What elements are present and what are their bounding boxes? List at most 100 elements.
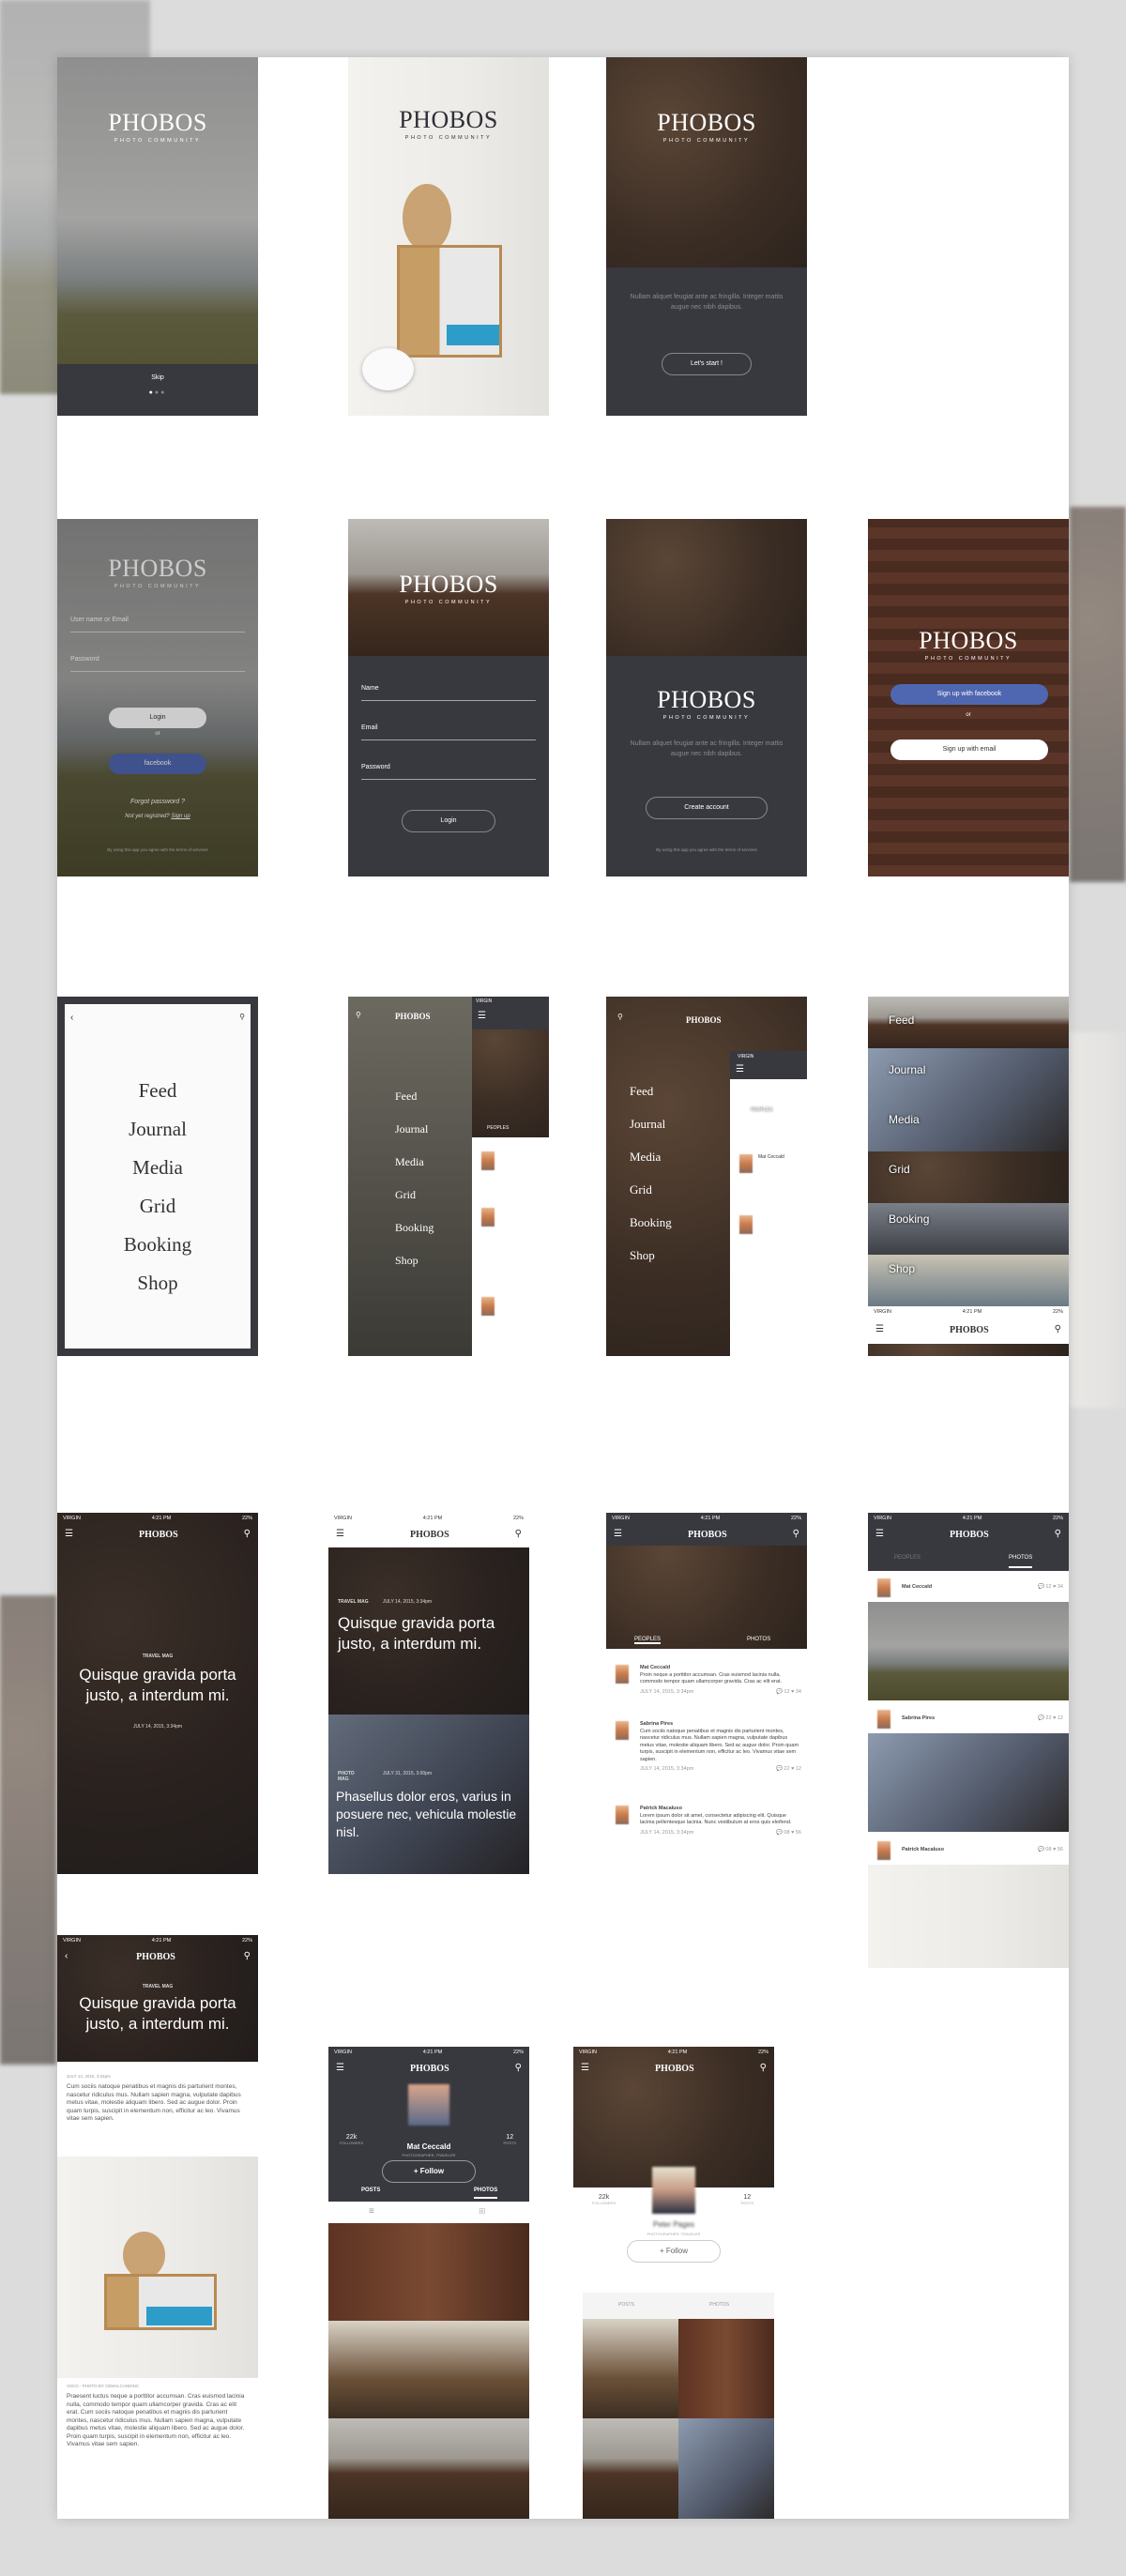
- heart-icon[interactable]: ♥: [1053, 1847, 1056, 1852]
- menu-item-booking[interactable]: Booking: [395, 1217, 434, 1238]
- hamburger-icon[interactable]: ☰: [875, 1530, 884, 1539]
- photo-tile[interactable]: [328, 2418, 529, 2519]
- photo-post-header[interactable]: Sabrina Pires 💬 22 ♥ 12: [877, 1710, 1063, 1729]
- login-button[interactable]: Login: [402, 810, 495, 832]
- heart-icon[interactable]: ♥: [791, 1766, 794, 1772]
- menu-item-shop[interactable]: Shop: [395, 1250, 434, 1271]
- search-icon[interactable]: ⚲: [239, 1014, 245, 1021]
- menu-item-grid[interactable]: Grid: [65, 1193, 251, 1219]
- hamburger-icon[interactable]: ☰: [736, 1065, 744, 1075]
- tab-peoples[interactable]: PEOPLES: [751, 1107, 772, 1113]
- menu-item-shop[interactable]: Shop: [889, 1262, 929, 1276]
- tab-peoples[interactable]: PEOPLES: [487, 1125, 509, 1131]
- menu-item-feed[interactable]: Feed: [395, 1086, 434, 1106]
- signup-facebook-button[interactable]: Sign up with facebook: [890, 684, 1048, 705]
- lets-start-button[interactable]: Let's start !: [662, 353, 752, 375]
- menu-item-feed[interactable]: Feed: [65, 1077, 251, 1104]
- feed-photo[interactable]: [868, 1865, 1069, 1968]
- search-icon[interactable]: ⚲: [793, 1530, 799, 1539]
- menu-item-shop[interactable]: Shop: [65, 1270, 251, 1296]
- photo-post-header[interactable]: Mat Ceccald 💬 12 ♥ 34: [877, 1578, 1063, 1597]
- photo-tile[interactable]: [328, 2321, 529, 2418]
- menu-item-journal[interactable]: Journal: [630, 1114, 672, 1135]
- tab-photos[interactable]: PHOTOS: [709, 2302, 729, 2308]
- email-field[interactable]: Email: [361, 724, 536, 740]
- hamburger-icon[interactable]: ☰: [614, 1530, 622, 1539]
- hamburger-icon[interactable]: ☰: [581, 2064, 589, 2073]
- post-title[interactable]: Quisque gravida porta justo, a interdum …: [67, 1665, 249, 1706]
- back-icon[interactable]: ‹: [65, 1952, 68, 1961]
- feed-photo[interactable]: [868, 1602, 1069, 1700]
- heart-icon[interactable]: ♥: [791, 1830, 794, 1836]
- menu-item-grid[interactable]: Grid: [630, 1180, 672, 1200]
- search-icon[interactable]: ⚲: [617, 1014, 623, 1021]
- list-item[interactable]: Patrick Macaluso Lorem ipsum dolor sit a…: [616, 1806, 801, 1837]
- menu-item-booking[interactable]: Booking: [630, 1212, 672, 1233]
- tab-posts[interactable]: POSTS: [361, 2187, 380, 2193]
- follow-button[interactable]: + Follow: [382, 2160, 476, 2183]
- menu-item-media[interactable]: Media: [65, 1154, 251, 1181]
- search-icon[interactable]: ⚲: [1055, 1325, 1061, 1334]
- forgot-password-link[interactable]: Forgot password ?: [57, 799, 258, 805]
- search-icon[interactable]: ⚲: [244, 1952, 251, 1961]
- page-indicator[interactable]: ●●●: [57, 389, 258, 396]
- menu-item-feed[interactable]: Feed: [630, 1081, 672, 1102]
- menu-item-media[interactable]: Media: [395, 1151, 434, 1172]
- photo-tile[interactable]: [583, 2418, 678, 2519]
- photo-tile[interactable]: [678, 2319, 774, 2418]
- skip-button[interactable]: Skip: [57, 374, 258, 381]
- signup-email-button[interactable]: Sign up with email: [890, 739, 1048, 760]
- grid-view-icon[interactable]: ⊞: [479, 2206, 486, 2217]
- heart-icon[interactable]: ♥: [1053, 1715, 1056, 1721]
- menu-item-media[interactable]: Media: [889, 1113, 929, 1127]
- post-card[interactable]: TRAVEL MAG JULY 14, 2015, 3:34pm Quisque…: [328, 1547, 529, 1715]
- tab-peoples[interactable]: PEOPLES: [894, 1555, 921, 1561]
- list-item[interactable]: Mat Ceccald Proin neque a porttitor accu…: [616, 1665, 801, 1696]
- search-icon[interactable]: ⚲: [515, 1530, 522, 1539]
- menu-item-booking[interactable]: Booking: [65, 1231, 251, 1258]
- menu-item-grid[interactable]: Grid: [889, 1163, 929, 1177]
- tab-peoples[interactable]: PEOPLES: [634, 1637, 662, 1644]
- list-item[interactable]: Sabrina Pires Cum sociis natoque penatib…: [616, 1721, 801, 1774]
- menu-item-journal[interactable]: Journal: [889, 1063, 929, 1077]
- photo-tile[interactable]: [583, 2319, 678, 2418]
- search-icon[interactable]: ⚲: [1055, 1530, 1061, 1539]
- search-icon[interactable]: ⚲: [760, 2064, 767, 2073]
- follow-button[interactable]: + Follow: [627, 2240, 721, 2263]
- name-field[interactable]: Name: [361, 685, 536, 701]
- tab-photos[interactable]: PHOTOS: [1009, 1555, 1033, 1568]
- hamburger-icon[interactable]: ☰: [65, 1530, 73, 1539]
- photo-post-header[interactable]: Patrick Macaluso 💬 08 ♥ 56: [877, 1841, 1063, 1860]
- search-icon[interactable]: ⚲: [244, 1530, 251, 1539]
- search-icon[interactable]: ⚲: [515, 2064, 522, 2073]
- sign-up-link[interactable]: Sign up: [171, 814, 190, 819]
- login-button[interactable]: Login: [109, 708, 206, 728]
- password-field[interactable]: Password: [70, 656, 245, 672]
- menu-item-grid[interactable]: Grid: [395, 1184, 434, 1205]
- back-icon[interactable]: ‹: [70, 1014, 73, 1023]
- menu-item-media[interactable]: Media: [630, 1147, 672, 1167]
- menu-item-feed[interactable]: Feed: [889, 1014, 929, 1028]
- username-field[interactable]: User name or Email: [70, 617, 245, 633]
- hamburger-icon[interactable]: ☰: [336, 1530, 344, 1539]
- search-icon[interactable]: ⚲: [356, 1012, 361, 1019]
- hamburger-icon[interactable]: ☰: [875, 1325, 884, 1334]
- hamburger-icon[interactable]: ☰: [478, 1012, 486, 1021]
- menu-item-shop[interactable]: Shop: [630, 1245, 672, 1266]
- tab-photos[interactable]: PHOTOS: [747, 1637, 770, 1642]
- menu-item-booking[interactable]: Booking: [889, 1212, 929, 1227]
- post-card[interactable]: PHOTO MAG JULY 31, 2015, 3:00pm Phasellu…: [328, 1715, 529, 1874]
- tab-posts[interactable]: POSTS: [618, 2302, 634, 2308]
- list-view-icon[interactable]: ≡: [369, 2206, 374, 2217]
- heart-icon[interactable]: ♥: [791, 1689, 794, 1695]
- facebook-button[interactable]: facebook: [109, 754, 206, 774]
- heart-icon[interactable]: ♥: [1053, 1584, 1056, 1590]
- password-field[interactable]: Password: [361, 764, 536, 780]
- photo-tile[interactable]: [328, 2223, 529, 2321]
- tab-photos[interactable]: PHOTOS: [474, 2187, 498, 2199]
- hamburger-icon[interactable]: ☰: [336, 2064, 344, 2073]
- create-account-button[interactable]: Create account: [646, 797, 768, 819]
- menu-item-journal[interactable]: Journal: [395, 1119, 434, 1139]
- photo-tile[interactable]: [678, 2418, 774, 2519]
- feed-photo[interactable]: [868, 1733, 1069, 1832]
